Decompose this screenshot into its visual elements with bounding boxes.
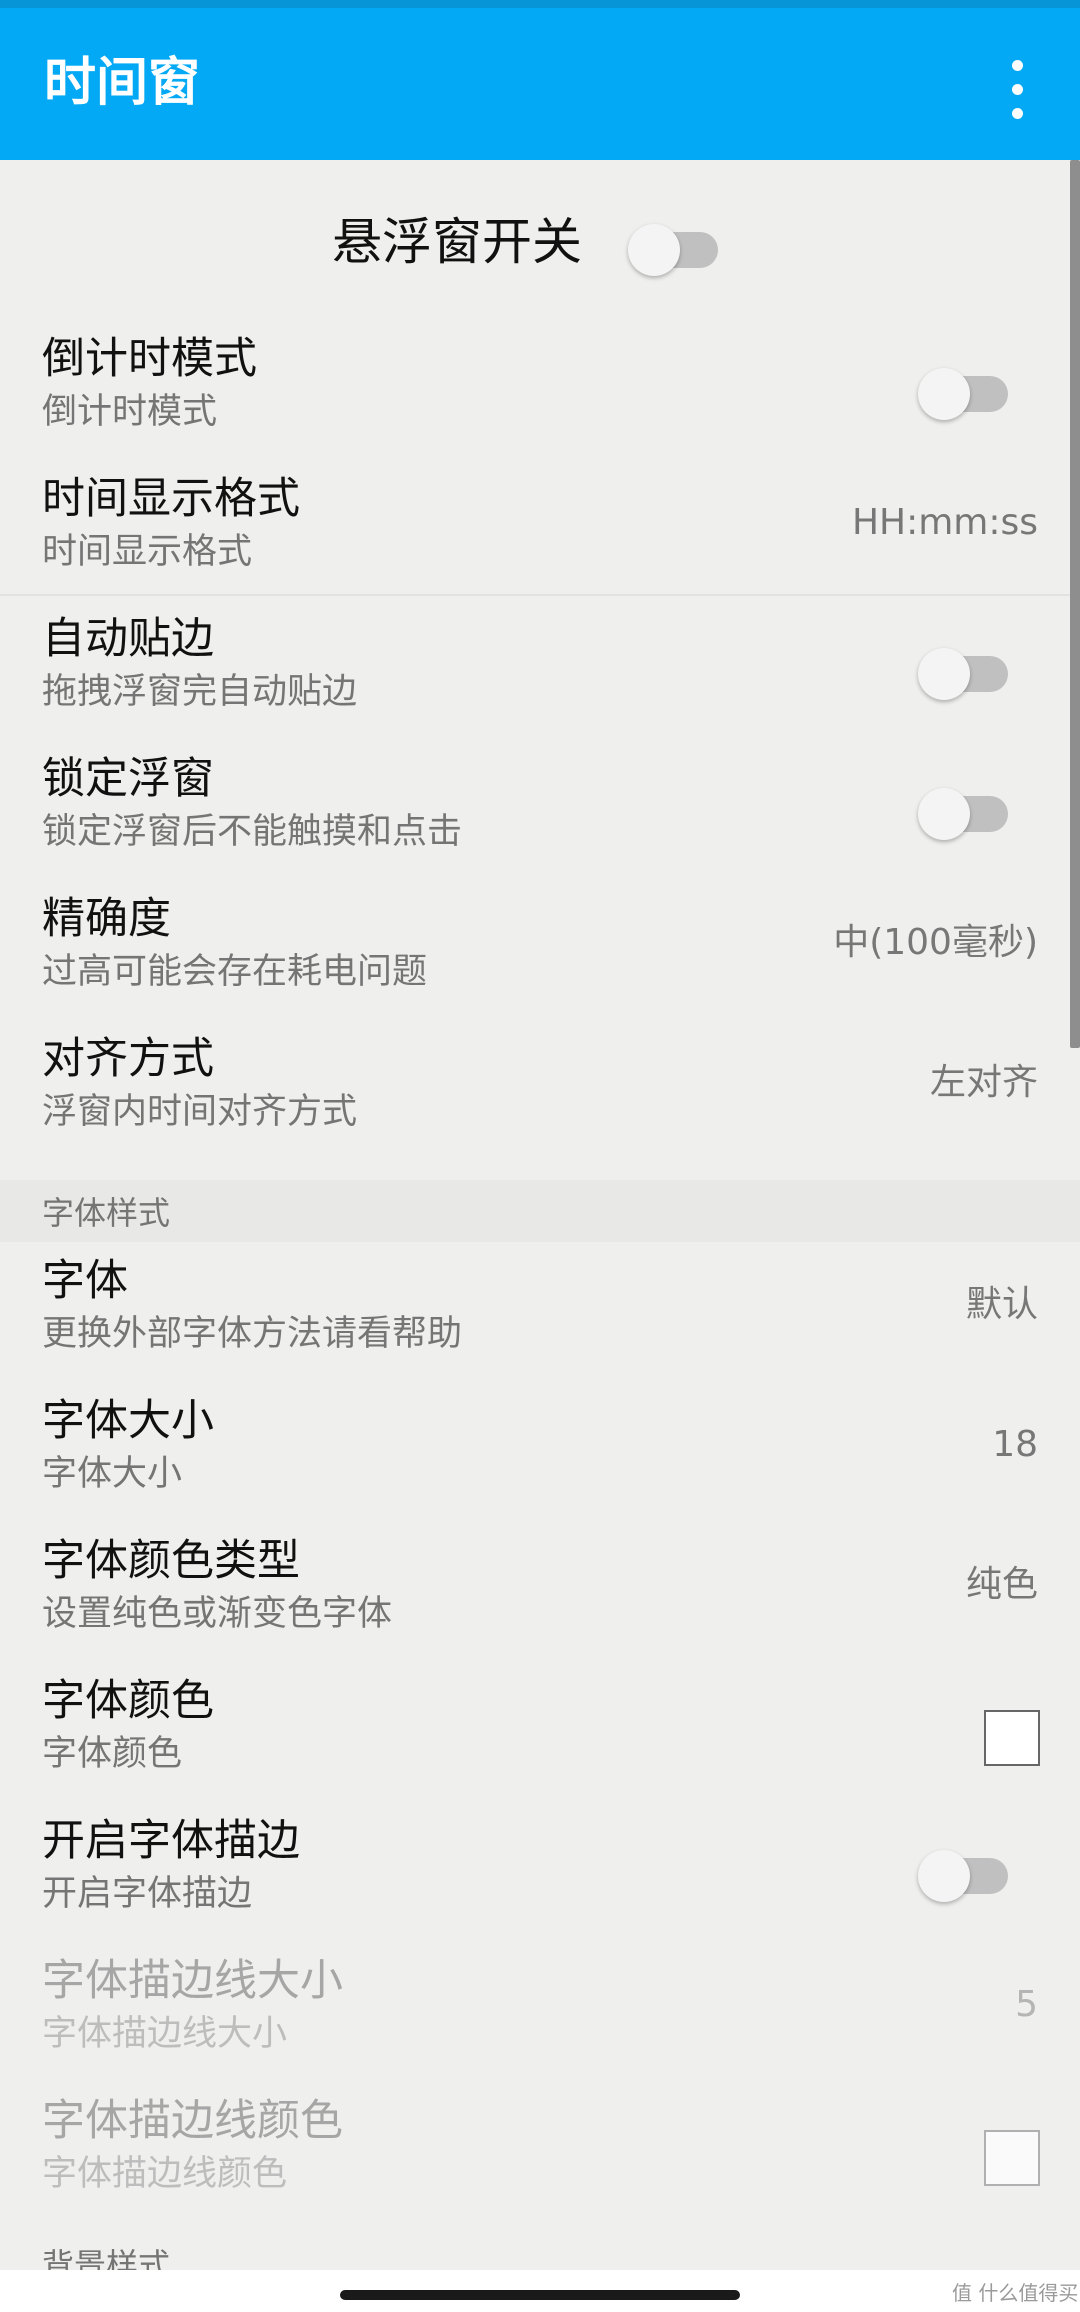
pref-summary: 倒计时模式 xyxy=(42,392,218,432)
pref-title: 倒计时模式 xyxy=(42,334,257,384)
pref-summary: 浮窗内时间对齐方式 xyxy=(42,1092,358,1132)
pref-value: 左对齐 xyxy=(929,1062,1038,1103)
switch-thumb xyxy=(918,1850,970,1902)
home-gesture-handle[interactable] xyxy=(340,2290,740,2300)
pref-countdown-mode[interactable]: 倒计时模式 倒计时模式 xyxy=(0,320,1080,460)
pref-summary: 过高可能会存在耗电问题 xyxy=(42,952,428,992)
app-title: 时间窗 xyxy=(44,53,201,113)
pref-value: 中(100毫秒) xyxy=(833,922,1038,963)
switch-thumb xyxy=(918,648,970,700)
pref-alignment[interactable]: 对齐方式 浮窗内时间对齐方式 左对齐 xyxy=(0,1020,1080,1160)
category-font-style: 字体样式 xyxy=(0,1180,1080,1242)
scrollbar[interactable] xyxy=(1070,160,1080,1048)
pref-font-color-type[interactable]: 字体颜色类型 设置纯色或渐变色字体 纯色 xyxy=(0,1522,1080,1662)
pref-title: 字体 xyxy=(42,1256,128,1306)
more-options-icon[interactable] xyxy=(1000,60,1036,120)
pref-stroke-width: 字体描边线大小 字体描边线大小 5 xyxy=(0,1942,1080,2082)
floating-window-toggle-label: 悬浮窗开关 xyxy=(332,213,582,271)
pref-summary: 锁定浮窗后不能触摸和点击 xyxy=(42,812,463,852)
watermark: 值 什么值得买 xyxy=(952,2281,1079,2305)
pref-summary: 字体描边线颜色 xyxy=(42,2154,288,2194)
pref-summary: 更换外部字体方法请看帮助 xyxy=(42,1314,463,1354)
floating-window-toggle-row[interactable]: 悬浮窗开关 xyxy=(0,190,1080,300)
pref-value: 18 xyxy=(992,1424,1038,1465)
font-color-swatch[interactable] xyxy=(984,1710,1040,1766)
divider xyxy=(0,594,1080,596)
pref-auto-snap[interactable]: 自动贴边 拖拽浮窗完自动贴边 xyxy=(0,600,1080,740)
pref-title: 字体颜色类型 xyxy=(42,1536,300,1586)
pref-title: 精确度 xyxy=(42,894,171,944)
pref-title: 开启字体描边 xyxy=(42,1816,300,1866)
font-stroke-switch[interactable] xyxy=(918,1840,1010,1902)
pref-title: 字体颜色 xyxy=(42,1676,214,1726)
pref-title: 字体描边线大小 xyxy=(42,1956,343,2006)
category-label: 背景样式 xyxy=(42,2246,171,2270)
switch-thumb xyxy=(918,788,970,840)
stroke-color-swatch xyxy=(984,2130,1040,2186)
pref-font-color[interactable]: 字体颜色 字体颜色 xyxy=(0,1662,1080,1802)
pref-title: 自动贴边 xyxy=(42,614,214,664)
pref-summary: 拖拽浮窗完自动贴边 xyxy=(42,672,358,712)
pref-summary: 字体颜色 xyxy=(42,1734,183,1774)
category-background-style: 背景样式 xyxy=(0,2232,1080,2270)
pref-title: 字体描边线颜色 xyxy=(42,2096,343,2146)
settings-list[interactable]: 悬浮窗开关 倒计时模式 倒计时模式 时间显示格式 时间显示格式 HH:mm:ss… xyxy=(0,160,1080,2270)
pref-title: 对齐方式 xyxy=(42,1034,214,1084)
pref-value: HH:mm:ss xyxy=(851,502,1038,543)
pref-summary: 字体描边线大小 xyxy=(42,2014,288,2054)
pref-value: 纯色 xyxy=(965,1564,1038,1605)
lock-window-switch[interactable] xyxy=(918,778,1010,840)
category-label: 字体样式 xyxy=(42,1194,171,1232)
pref-value: 5 xyxy=(1015,1984,1038,2025)
pref-title: 字体大小 xyxy=(42,1396,214,1446)
switch-thumb xyxy=(628,224,680,276)
pref-lock-window[interactable]: 锁定浮窗 锁定浮窗后不能触摸和点击 xyxy=(0,740,1080,880)
pref-title: 时间显示格式 xyxy=(42,474,300,524)
navigation-bar: 值 什么值得买 xyxy=(0,2270,1080,2312)
pref-font-size[interactable]: 字体大小 字体大小 18 xyxy=(0,1382,1080,1522)
pref-precision[interactable]: 精确度 过高可能会存在耗电问题 中(100毫秒) xyxy=(0,880,1080,1020)
status-bar xyxy=(0,0,1080,8)
auto-snap-switch[interactable] xyxy=(918,638,1010,700)
floating-window-switch[interactable] xyxy=(628,214,720,276)
pref-title: 锁定浮窗 xyxy=(42,754,214,804)
pref-summary: 时间显示格式 xyxy=(42,532,253,572)
pref-summary: 字体大小 xyxy=(42,1454,183,1494)
pref-value: 默认 xyxy=(965,1284,1038,1325)
switch-thumb xyxy=(918,368,970,420)
pref-stroke-color: 字体描边线颜色 字体描边线颜色 xyxy=(0,2082,1080,2222)
pref-font[interactable]: 字体 更换外部字体方法请看帮助 默认 xyxy=(0,1242,1080,1382)
pref-summary: 开启字体描边 xyxy=(42,1874,253,1914)
countdown-mode-switch[interactable] xyxy=(918,358,1010,420)
pref-time-format[interactable]: 时间显示格式 时间显示格式 HH:mm:ss xyxy=(0,460,1080,600)
pref-summary: 设置纯色或渐变色字体 xyxy=(42,1594,393,1634)
pref-font-stroke[interactable]: 开启字体描边 开启字体描边 xyxy=(0,1802,1080,1942)
app-bar: 时间窗 xyxy=(0,8,1080,160)
